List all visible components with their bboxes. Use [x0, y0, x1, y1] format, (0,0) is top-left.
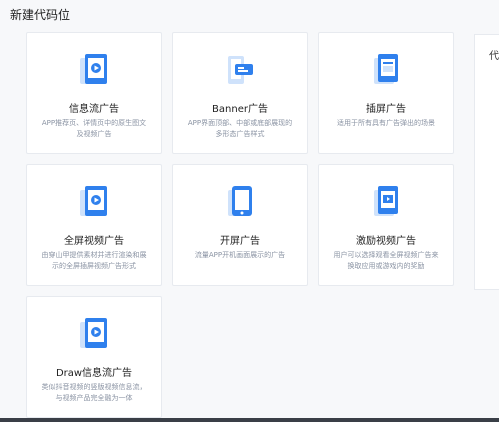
side-panel: 代: [474, 34, 499, 290]
side-panel-label: 代: [489, 51, 499, 62]
ad-type-card-splash[interactable]: 开屏广告 流量APP开机画面展示的广告: [172, 164, 308, 286]
ad-type-card-banner[interactable]: Banner广告 APP界面顶部、中部或底部展现的多形态广告样式: [172, 32, 308, 154]
ad-type-card-interstitial[interactable]: 插屏广告 适用于所有具有广告弹出的场景: [318, 32, 454, 154]
ad-type-card-fullscreen-video[interactable]: 全屏视频广告 由穿山甲提供素材并进行渲染和展示的全屏插屏视频广告形式: [26, 164, 162, 286]
fullscreen-video-ad-icon: [80, 186, 107, 216]
card-description: 用户可以选择观看全屏视频广告来换取应用或游戏内的奖励: [333, 251, 439, 270]
card-title: Banner广告: [212, 104, 268, 115]
splash-ad-icon: [228, 186, 252, 216]
card-description: 类似抖音视频的竖版视频信息流，与视频产品完全融为一体: [41, 383, 147, 402]
banner-ad-icon: [228, 56, 253, 84]
card-description: 流量APP开机画面展示的广告: [194, 251, 286, 259]
card-title: 激励视频广告: [356, 236, 416, 247]
card-description: 由穿山甲提供素材并进行渲染和展示的全屏插屏视频广告形式: [41, 251, 147, 270]
card-title: 开屏广告: [220, 236, 260, 247]
card-description: APP推荐页、详情页中的原生图文及视频广告: [41, 119, 147, 138]
feed-ad-icon: [80, 54, 107, 84]
card-title: 信息流广告: [69, 104, 119, 115]
interstitial-ad-icon: [374, 54, 398, 84]
draw-feed-ad-icon: [80, 318, 107, 348]
card-title: 全屏视频广告: [64, 236, 124, 247]
card-title: Draw信息流广告: [55, 368, 133, 379]
card-description: APP界面顶部、中部或底部展现的多形态广告样式: [187, 119, 293, 138]
page-title: 新建代码位: [10, 8, 71, 22]
ad-type-card-feed[interactable]: 信息流广告 APP推荐页、详情页中的原生图文及视频广告: [26, 32, 162, 154]
card-description: 适用于所有具有广告弹出的场景: [337, 119, 435, 127]
card-title: 插屏广告: [366, 104, 406, 115]
ad-type-card-rewarded-video[interactable]: 激励视频广告 用户可以选择观看全屏视频广告来换取应用或游戏内的奖励: [318, 164, 454, 286]
rewarded-video-ad-icon: [374, 186, 398, 216]
ad-type-card-draw-feed[interactable]: Draw信息流广告 类似抖音视频的竖版视频信息流，与视频产品完全融为一体: [26, 296, 162, 418]
bottom-divider: [0, 418, 499, 422]
